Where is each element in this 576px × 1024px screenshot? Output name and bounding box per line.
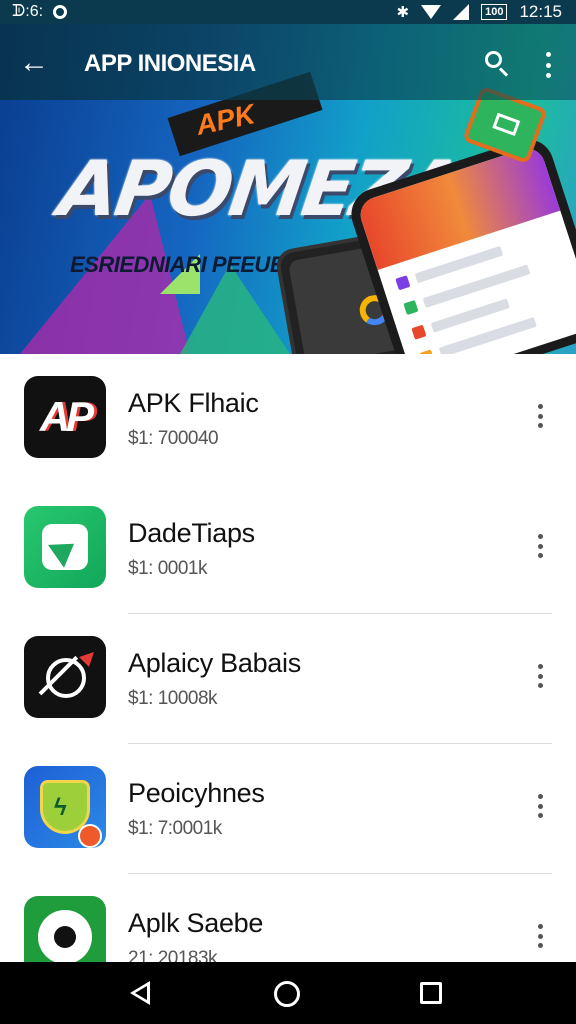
item-more-icon[interactable] bbox=[528, 792, 552, 820]
item-more-icon[interactable] bbox=[528, 662, 552, 690]
signal-icon bbox=[453, 4, 470, 20]
nav-recents-icon[interactable] bbox=[420, 982, 442, 1004]
list-icon bbox=[411, 324, 427, 340]
more-options-icon[interactable] bbox=[536, 50, 560, 80]
app-name: APK Flhaic bbox=[128, 388, 259, 418]
list-item[interactable]: ϟ Peoicyhnes $1: 7:0001k bbox=[0, 744, 576, 874]
search-icon[interactable] bbox=[482, 48, 514, 80]
list-icon bbox=[395, 275, 411, 291]
app-name: Peoicyhnes bbox=[128, 778, 265, 808]
app-name: Aplaicy Babais bbox=[128, 648, 301, 678]
nav-back-icon[interactable] bbox=[130, 981, 150, 1005]
app-price: $1: 0001k bbox=[128, 558, 207, 579]
system-nav-bar bbox=[0, 962, 576, 1024]
list-icon bbox=[403, 299, 419, 316]
battery-icon: 100 bbox=[481, 4, 508, 20]
ap-logo-icon[interactable]: AP bbox=[24, 376, 106, 458]
status-time: 12:15 bbox=[519, 2, 562, 21]
list-item[interactable]: DadeTiaps $1: 0001k bbox=[0, 484, 576, 614]
status-left: ᗫ:6: bbox=[12, 3, 68, 21]
item-more-icon[interactable] bbox=[528, 532, 552, 560]
app-price: $1: 10008k bbox=[128, 688, 218, 709]
banner-tag: APK bbox=[193, 98, 258, 141]
app-list: AP APK Flhaic $1: 700040 DadeTiaps $1: 0… bbox=[0, 354, 576, 1004]
notification-dot-icon bbox=[53, 5, 68, 19]
app-name: DadeTiaps bbox=[128, 518, 255, 548]
status-bar: ᗫ:6: ✱ 100 12:15 bbox=[0, 0, 576, 24]
nav-home-icon[interactable] bbox=[274, 981, 300, 1007]
item-more-icon[interactable] bbox=[528, 402, 552, 430]
compass-icon[interactable] bbox=[24, 636, 106, 718]
item-more-icon[interactable] bbox=[528, 922, 552, 950]
search-ring bbox=[485, 51, 502, 68]
wifi-icon bbox=[421, 5, 442, 19]
shield-icon[interactable]: ϟ bbox=[24, 766, 106, 848]
list-item[interactable]: AP APK Flhaic $1: 700040 bbox=[0, 354, 576, 484]
status-notification-text: ᗫ:6: bbox=[12, 3, 44, 20]
list-item[interactable]: Aplaicy Babais $1: 10008k bbox=[0, 614, 576, 744]
back-arrow-icon[interactable]: ← bbox=[18, 48, 50, 80]
paper-plane-icon[interactable] bbox=[24, 506, 106, 588]
search-handle bbox=[498, 67, 509, 77]
app-name: Aplk Saebe bbox=[128, 908, 264, 938]
envelope-icon bbox=[492, 112, 521, 137]
status-right: ✱ 100 12:15 bbox=[397, 2, 562, 22]
app-price: $1: 700040 bbox=[128, 428, 219, 449]
app-price: $1: 7:0001k bbox=[128, 818, 222, 839]
hero-banner: APK APOMEZA ESRIEDNIARI PEEUERANY ← APP … bbox=[0, 24, 576, 354]
page-title: APP INIONESIA bbox=[84, 50, 256, 77]
bluetooth-icon: ✱ bbox=[396, 3, 410, 21]
